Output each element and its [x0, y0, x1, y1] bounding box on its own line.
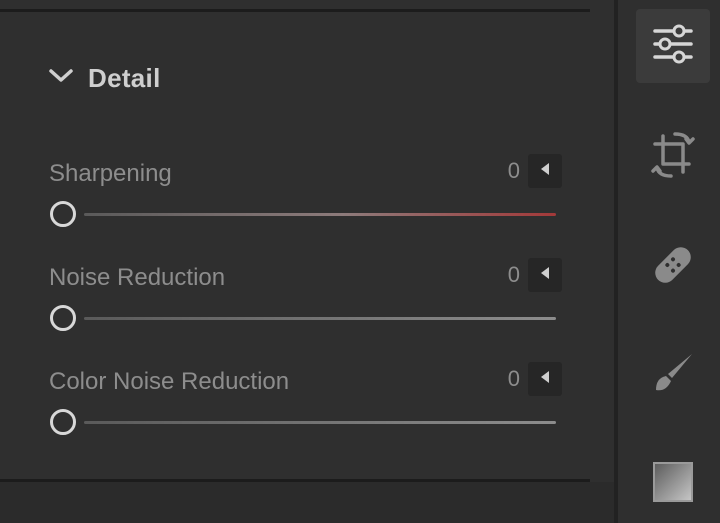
- noise-reduction-slider-thumb[interactable]: [50, 305, 76, 331]
- noise-reduction-reset-button[interactable]: [528, 258, 562, 292]
- color-noise-reduction-slider-track[interactable]: [84, 421, 556, 424]
- crop-icon: [651, 130, 695, 185]
- color-noise-reduction-slider-thumb[interactable]: [50, 409, 76, 435]
- sharpening-reset-button[interactable]: [528, 154, 562, 188]
- caret-left-icon: [539, 370, 551, 389]
- tool-strip: [618, 0, 720, 523]
- noise-reduction-control: Noise Reduction 0: [48, 258, 562, 344]
- noise-reduction-value[interactable]: 0: [508, 262, 520, 288]
- adjustments-sliders-icon: [652, 23, 694, 70]
- caret-left-icon: [539, 266, 551, 285]
- edit-panel: Detail Sharpening 0 Noise Reduction 0 Co…: [0, 0, 616, 523]
- gradient-square-icon: [651, 460, 695, 509]
- panel-footer: [0, 482, 616, 523]
- noise-reduction-label: Noise Reduction: [49, 264, 226, 291]
- sharpening-label: Sharpening: [49, 160, 172, 187]
- section-title: Detail: [88, 62, 161, 93]
- caret-left-icon: [539, 162, 551, 181]
- sharpening-slider-track[interactable]: [84, 213, 556, 216]
- healing-tool-button[interactable]: [636, 230, 710, 304]
- detail-section-header[interactable]: Detail: [48, 58, 161, 98]
- brush-tool-button[interactable]: [636, 338, 710, 412]
- sharpening-slider-thumb[interactable]: [50, 201, 76, 227]
- color-noise-reduction-value[interactable]: 0: [508, 366, 520, 392]
- color-noise-reduction-label: Color Noise Reduction: [49, 368, 290, 395]
- healing-bandage-icon: [650, 242, 696, 293]
- color-noise-reduction-control: Color Noise Reduction 0: [48, 362, 562, 448]
- crop-tool-button[interactable]: [636, 120, 710, 194]
- brush-icon: [650, 350, 696, 401]
- top-divider: [0, 9, 590, 12]
- edit-tool-button[interactable]: [636, 9, 710, 83]
- noise-reduction-slider-track[interactable]: [84, 317, 556, 320]
- sharpening-control: Sharpening 0: [48, 154, 562, 240]
- gradient-tool-button[interactable]: [636, 447, 710, 521]
- color-noise-reduction-reset-button[interactable]: [528, 362, 562, 396]
- chevron-down-icon: [48, 67, 74, 90]
- sharpening-value[interactable]: 0: [508, 158, 520, 184]
